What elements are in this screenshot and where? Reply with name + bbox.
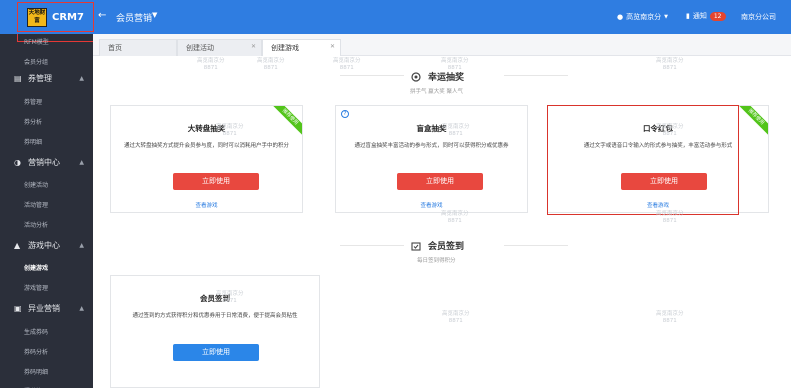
watermark: 高览南京分 8871 bbox=[656, 58, 684, 71]
logo[interactable]: 天地财富 CRM7 bbox=[17, 2, 94, 32]
card-description: 通过大转盘抽奖方式提升会员参与度，同时可以消耗用户手中的积分 bbox=[123, 143, 289, 149]
sidebar-group-10[interactable]: ▲ 游戏中心 ▲ bbox=[14, 240, 84, 251]
target-icon bbox=[411, 71, 421, 82]
sidebar-item-1[interactable]: 会员分组 bbox=[24, 57, 48, 66]
gamepad-icon: ▲ bbox=[14, 241, 21, 250]
sidebar-item-15[interactable]: 券码分析 bbox=[24, 347, 48, 356]
close-icon[interactable]: ✕ bbox=[251, 43, 256, 50]
user-menu[interactable]: ● 高览南京分 ▼ bbox=[617, 12, 668, 22]
notice-label: 通知 bbox=[692, 12, 707, 20]
sidebar-item-8[interactable]: 活动管理 bbox=[24, 200, 48, 209]
watermark: 高览南京分 8871 bbox=[442, 124, 470, 137]
handshake-icon: ▣ bbox=[14, 304, 22, 313]
sidebar-group-label: 游戏中心 bbox=[28, 241, 60, 250]
company-name[interactable]: 南京分公司 bbox=[741, 12, 776, 22]
watermark: 高览南京分 8871 bbox=[442, 311, 470, 324]
sidebar-item-5[interactable]: 券明细 bbox=[24, 137, 42, 146]
sidebar-item-7[interactable]: 创建活动 bbox=[24, 180, 48, 189]
card-title: 大转盘抽奖 bbox=[187, 124, 226, 133]
highlight-box bbox=[547, 105, 739, 215]
divider bbox=[340, 75, 404, 76]
watermark: 高览南京分 8871 bbox=[656, 311, 684, 324]
sidebar-group-label: 营销中心 bbox=[28, 158, 60, 167]
tab-create-activity[interactable]: 创建活动 ✕ bbox=[177, 39, 262, 56]
chevron-up-icon: ▲ bbox=[79, 75, 84, 82]
chevron-down-icon[interactable]: ▼ bbox=[152, 11, 157, 19]
watermark: 高览南京分 8871 bbox=[216, 291, 244, 304]
tab-bar: 首页 创建活动 ✕ 创建游戏 ✕ bbox=[93, 34, 791, 56]
notice-count-badge: 12 bbox=[709, 11, 726, 21]
card-blind-box-lottery: ? 盲盒抽奖 通过盲盒抽奖丰富活动的参与形式，同时可以获得积分或优惠券 立即使用… bbox=[335, 105, 528, 213]
logo-badge: 天地财富 bbox=[27, 7, 47, 27]
chevron-up-icon: ▲ bbox=[79, 305, 84, 312]
card-description: 通过盲盒抽奖丰富活动的参与形式，同时可以获得积分或优惠券 bbox=[354, 143, 509, 149]
section-subtitle: 拼手气 赢大奖 聚人气 bbox=[410, 89, 463, 95]
ticket-icon: ▤ bbox=[14, 74, 22, 83]
tab-label: 首页 bbox=[108, 44, 122, 52]
sidebar-group-13[interactable]: ▣ 异业营销 ▲ bbox=[14, 303, 84, 314]
module-title[interactable]: 会员营销 bbox=[116, 11, 152, 24]
sidebar-group-label: 异业营销 bbox=[28, 304, 60, 313]
card-description: 通过签到的方式获得积分和优惠券用于日常消费，便于提高会员粘性 bbox=[132, 313, 298, 319]
divider bbox=[504, 245, 568, 246]
section-title-text: 会员签到 bbox=[428, 242, 465, 252]
close-icon[interactable]: ✕ bbox=[330, 43, 335, 50]
view-game-link[interactable]: 查看游戏 bbox=[336, 201, 527, 209]
watermark: 高览南京分 8871 bbox=[333, 58, 361, 71]
section-subtitle: 每日签到得积分 bbox=[417, 258, 456, 264]
watermark: 高览南京分 8871 bbox=[257, 58, 285, 71]
use-now-button[interactable]: 立即使用 bbox=[173, 344, 259, 361]
card-title: 会员签到 bbox=[200, 294, 230, 303]
watermark: 高览南京分 8871 bbox=[441, 58, 469, 71]
question-circle-icon[interactable]: ? bbox=[341, 110, 349, 118]
use-now-button[interactable]: 立即使用 bbox=[173, 173, 259, 190]
sidebar-item-0[interactable]: RFM模型 bbox=[24, 37, 49, 46]
tab-label: 创建游戏 bbox=[271, 44, 299, 52]
section-title-signin: 会员签到 bbox=[411, 239, 464, 252]
sidebar-item-16[interactable]: 券码明细 bbox=[24, 367, 48, 376]
view-game-link[interactable]: 查看游戏 bbox=[111, 201, 302, 209]
logo-text: CRM7 bbox=[52, 11, 84, 23]
message-icon: ▮ bbox=[686, 12, 690, 20]
divider bbox=[504, 75, 568, 76]
sidebar-group-6[interactable]: ◑ 营销中心 ▲ bbox=[14, 157, 84, 168]
user-icon: ● bbox=[617, 13, 624, 21]
pie-chart-icon: ◑ bbox=[14, 158, 21, 167]
tab-label: 创建活动 bbox=[186, 44, 214, 52]
sidebar-item-3[interactable]: 券管理 bbox=[24, 97, 42, 106]
calendar-check-icon bbox=[411, 241, 421, 251]
main-content: 幸运抽奖 拼手气 赢大奖 聚人气 推荐使用 大转盘抽奖 通过大转盘抽奖方式提升会… bbox=[93, 56, 791, 388]
divider bbox=[340, 245, 404, 246]
sidebar-item-14[interactable]: 生成券码 bbox=[24, 327, 48, 336]
watermark: 高览南京分 8871 bbox=[656, 211, 684, 224]
sidebar-group-label: 券管理 bbox=[28, 74, 52, 83]
watermark: 高览南京分 8871 bbox=[441, 211, 469, 224]
sidebar-group-2[interactable]: ▤ 券管理 ▲ bbox=[14, 73, 84, 84]
sidebar-item-4[interactable]: 券分析 bbox=[24, 117, 42, 126]
card-title: 盲盒抽奖 bbox=[416, 124, 447, 133]
watermark: 高览南京分 8871 bbox=[216, 124, 244, 137]
watermark: 高览南京分 8871 bbox=[656, 124, 684, 137]
card-member-signin: 会员签到 通过签到的方式获得积分和优惠券用于日常消费，便于提高会员粘性 立即使用 bbox=[110, 275, 320, 388]
back-arrow-icon[interactable]: ← bbox=[98, 10, 106, 21]
sidebar: RFM模型 会员分组 ▤ 券管理 ▲ 券管理 券分析 券明细 ◑ 营销中心 ▲ 创建活动 活动管理 活动分… bbox=[0, 34, 93, 388]
chevron-up-icon: ▲ bbox=[79, 159, 84, 166]
card-wheel-lottery: 推荐使用 大转盘抽奖 通过大转盘抽奖方式提升会员参与度，同时可以消耗用户手中的积… bbox=[110, 105, 303, 213]
chevron-up-icon: ▲ bbox=[79, 242, 84, 249]
sidebar-item-12[interactable]: 游戏管理 bbox=[24, 283, 48, 292]
chevron-down-icon: ▼ bbox=[664, 14, 668, 20]
sidebar-item-11[interactable]: 创建游戏 bbox=[24, 263, 48, 272]
sidebar-item-9[interactable]: 活动分析 bbox=[24, 220, 48, 229]
notification-button[interactable]: ▮ 通知 12 bbox=[686, 11, 726, 21]
tab-create-game[interactable]: 创建游戏 ✕ bbox=[262, 39, 341, 56]
use-now-button[interactable]: 立即使用 bbox=[397, 173, 483, 190]
user-name: 高览南京分 bbox=[626, 13, 662, 21]
watermark: 高览南京分 8871 bbox=[197, 58, 225, 71]
top-header: 天地财富 CRM7 ← 会员营销 ▼ ● 高览南京分 ▼ ▮ 通知 12 南京分… bbox=[0, 0, 791, 34]
tab-home[interactable]: 首页 bbox=[99, 39, 177, 56]
